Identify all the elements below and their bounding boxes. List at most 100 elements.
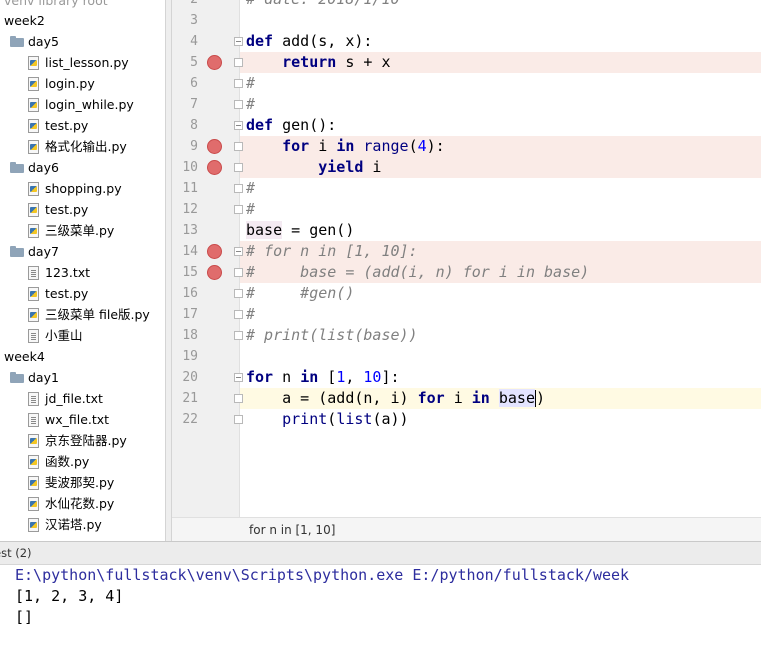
python-file-icon bbox=[28, 433, 39, 448]
text-file-icon bbox=[28, 391, 39, 406]
fold-marker-icon[interactable] bbox=[234, 394, 243, 403]
code-line[interactable]: # bbox=[246, 178, 255, 199]
fold-marker-icon[interactable] bbox=[234, 310, 243, 319]
breakpoint-icon[interactable] bbox=[207, 265, 222, 280]
code-line[interactable]: # bbox=[246, 94, 255, 115]
fold-marker-icon[interactable] bbox=[234, 79, 243, 88]
console-line-command: E:\python\fullstack\venv\Scripts\python.… bbox=[15, 566, 630, 584]
tree-item-label: 斐波那契.py bbox=[45, 475, 115, 490]
tree-file[interactable]: login_while.py bbox=[28, 94, 134, 115]
fold-marker-icon[interactable] bbox=[234, 205, 243, 214]
fold-marker-icon[interactable] bbox=[234, 373, 243, 382]
tree-file[interactable]: login.py bbox=[28, 73, 95, 94]
fold-marker-icon[interactable] bbox=[234, 331, 243, 340]
tree-item-label: test.py bbox=[45, 118, 89, 133]
tree-folder[interactable]: day1 bbox=[10, 367, 59, 388]
fold-marker-icon[interactable] bbox=[234, 37, 243, 46]
run-console[interactable]: E:\python\fullstack\venv\Scripts\python.… bbox=[0, 565, 761, 645]
line-number: 18 bbox=[182, 328, 198, 343]
tree-file[interactable]: 斐波那契.py bbox=[28, 472, 114, 493]
python-file-icon bbox=[28, 223, 39, 238]
fold-marker-icon[interactable] bbox=[234, 268, 243, 277]
tree-item-label: shopping.py bbox=[45, 181, 122, 196]
line-number: 5 bbox=[190, 55, 198, 70]
code-line[interactable]: def gen(): bbox=[246, 115, 336, 136]
line-number: 17 bbox=[182, 307, 198, 322]
fold-marker-icon[interactable] bbox=[234, 121, 243, 130]
tree-folder[interactable]: day6 bbox=[10, 157, 59, 178]
tree-file[interactable]: 123.txt bbox=[28, 262, 90, 283]
fold-marker-icon[interactable] bbox=[234, 247, 243, 256]
tree-folder[interactable]: day7 bbox=[10, 241, 59, 262]
tree-file[interactable]: 汉诺塔.py bbox=[28, 514, 102, 535]
tree-item-label: day6 bbox=[28, 160, 59, 175]
tree-folder[interactable]: week2 bbox=[4, 10, 45, 31]
tree-folder[interactable]: day5 bbox=[10, 31, 59, 52]
tree-file[interactable]: jd_file.txt bbox=[28, 388, 103, 409]
tree-file[interactable]: 水仙花数.py bbox=[28, 493, 114, 514]
text-file-icon bbox=[28, 412, 39, 427]
tree-item-label: 函数.py bbox=[45, 454, 90, 469]
breadcrumb[interactable]: for n in [1, 10] bbox=[172, 517, 761, 541]
breakpoint-icon[interactable] bbox=[207, 55, 222, 70]
fold-marker-icon[interactable] bbox=[234, 289, 243, 298]
python-file-icon bbox=[28, 517, 39, 532]
tree-item-label: list_lesson.py bbox=[45, 55, 129, 70]
fold-marker-icon[interactable] bbox=[234, 415, 243, 424]
line-number: 8 bbox=[190, 118, 198, 133]
tree-file[interactable]: 三级菜单.py bbox=[28, 220, 114, 241]
code-line[interactable]: # bbox=[246, 304, 255, 325]
tree-file[interactable]: test.py bbox=[28, 115, 88, 136]
tree-item-label: 小重山 bbox=[45, 328, 83, 343]
tree-item-label: 三级菜单.py bbox=[45, 223, 115, 238]
folder-icon bbox=[10, 372, 24, 383]
tree-file[interactable]: 格式化输出.py bbox=[28, 136, 127, 157]
breakpoint-icon[interactable] bbox=[207, 244, 222, 259]
tree-file[interactable]: wx_file.txt bbox=[28, 409, 109, 430]
breakpoint-icon[interactable] bbox=[207, 139, 222, 154]
tree-divider[interactable] bbox=[165, 0, 172, 541]
code-line[interactable]: a = (add(n, i) for i in base) bbox=[246, 388, 545, 409]
fold-marker-icon[interactable] bbox=[234, 100, 243, 109]
fold-marker-icon[interactable] bbox=[234, 163, 243, 172]
code-line[interactable]: # date: 2018/1/10 bbox=[246, 0, 400, 10]
code-line[interactable]: def add(s, x): bbox=[246, 31, 372, 52]
code-line[interactable]: for i in range(4): bbox=[246, 136, 445, 157]
code-line[interactable]: return s + x bbox=[246, 52, 390, 73]
fold-marker-icon[interactable] bbox=[234, 184, 243, 193]
code-line[interactable]: yield i bbox=[246, 157, 381, 178]
python-file-icon bbox=[28, 307, 39, 322]
code-line[interactable]: # for n in [1, 10]: bbox=[246, 241, 418, 262]
tree-file[interactable]: 京东登陆器.py bbox=[28, 430, 127, 451]
tree-file[interactable]: test.py bbox=[28, 199, 88, 220]
code-line[interactable]: # print(list(base)) bbox=[246, 325, 418, 346]
line-number: 14 bbox=[182, 244, 198, 259]
code-line[interactable]: print(list(a)) bbox=[246, 409, 408, 430]
run-tab-label[interactable]: est (2) bbox=[0, 542, 32, 564]
python-file-icon bbox=[28, 55, 39, 70]
tree-file[interactable]: 函数.py bbox=[28, 451, 89, 472]
tree-item-label: test.py bbox=[45, 202, 89, 217]
tree-file[interactable]: 小重山 bbox=[28, 325, 83, 346]
tree-item-label: jd_file.txt bbox=[45, 391, 103, 406]
tree-file[interactable]: 三级菜单 file版.py bbox=[28, 304, 150, 325]
code-line[interactable]: # bbox=[246, 73, 255, 94]
code-line[interactable]: base = gen() bbox=[246, 220, 354, 241]
tree-folder[interactable]: week4 bbox=[4, 346, 45, 367]
fold-marker-icon[interactable] bbox=[234, 58, 243, 67]
breadcrumb-item[interactable]: for n in [1, 10] bbox=[249, 523, 335, 537]
code-line[interactable]: # bbox=[246, 199, 255, 220]
tree-file[interactable]: list_lesson.py bbox=[28, 52, 129, 73]
code-line[interactable]: # base = (add(i, n) for i in base) bbox=[246, 262, 589, 283]
tree-item-label: 水仙花数.py bbox=[45, 496, 115, 511]
code-line[interactable]: for n in [1, 10]: bbox=[246, 367, 400, 388]
line-number: 20 bbox=[182, 370, 198, 385]
fold-marker-icon[interactable] bbox=[234, 142, 243, 151]
breakpoint-icon[interactable] bbox=[207, 160, 222, 175]
line-number: 6 bbox=[190, 76, 198, 91]
line-number: 9 bbox=[190, 139, 198, 154]
tree-file[interactable]: shopping.py bbox=[28, 178, 122, 199]
tree-file[interactable]: test.py bbox=[28, 283, 88, 304]
tree-item-label: day1 bbox=[28, 370, 59, 385]
code-line[interactable]: # #gen() bbox=[246, 283, 354, 304]
